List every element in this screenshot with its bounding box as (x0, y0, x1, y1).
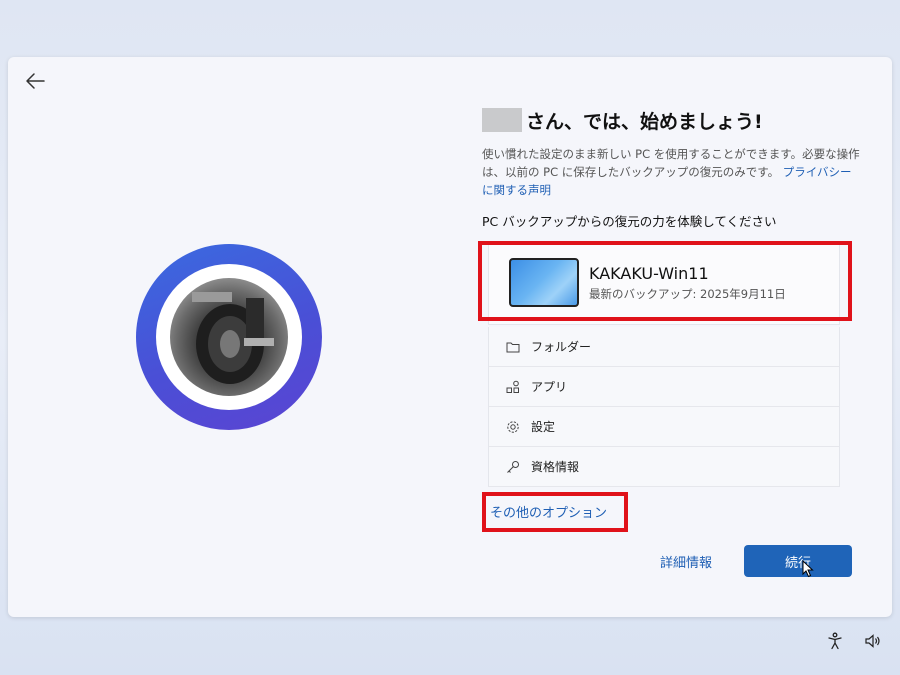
key-icon (505, 459, 521, 475)
last-backup-date: 最新のバックアップ: 2025年9月11日 (589, 287, 786, 301)
list-item-folders: フォルダー (488, 327, 840, 367)
redacted-username (482, 108, 522, 132)
volume-icon[interactable] (864, 632, 882, 654)
account-avatar (136, 244, 322, 430)
description: 使い慣れた設定のまま新しい PC を使用することができます。必要な操作は、以前の… (482, 147, 860, 197)
back-arrow-icon (26, 73, 45, 89)
page-title: さん、では、始めましょう! (526, 110, 763, 133)
list-item-settings: 設定 (488, 407, 840, 447)
details-button[interactable]: 詳細情報 (660, 552, 712, 571)
device-name: KAKAKU-Win11 (589, 264, 709, 283)
list-item-credentials: 資格情報 (488, 447, 840, 487)
more-options-link[interactable]: その他のオプション (490, 502, 607, 521)
settings-gear-icon (505, 419, 521, 435)
backup-device-card[interactable]: KAKAKU-Win11 最新のバックアップ: 2025年9月11日 (488, 243, 840, 325)
continue-button[interactable]: 続行 (744, 545, 852, 578)
list-item-apps: アプリ (488, 367, 840, 407)
folder-icon (505, 339, 521, 355)
setup-card: さん、では、始めましょう! 使い慣れた設定のまま新しい PC を使用することがで… (8, 57, 892, 617)
mouse-pointer-icon (802, 560, 814, 578)
subheading: PC バックアップからの復元の力を体験してください (482, 214, 777, 229)
back-button[interactable] (22, 69, 50, 93)
avatar-photo (170, 278, 288, 396)
backup-items-list: フォルダー アプリ 設定 資格情報 (488, 327, 840, 487)
device-thumbnail-icon (509, 258, 579, 307)
accessibility-icon[interactable] (826, 632, 844, 654)
apps-icon (505, 379, 521, 395)
